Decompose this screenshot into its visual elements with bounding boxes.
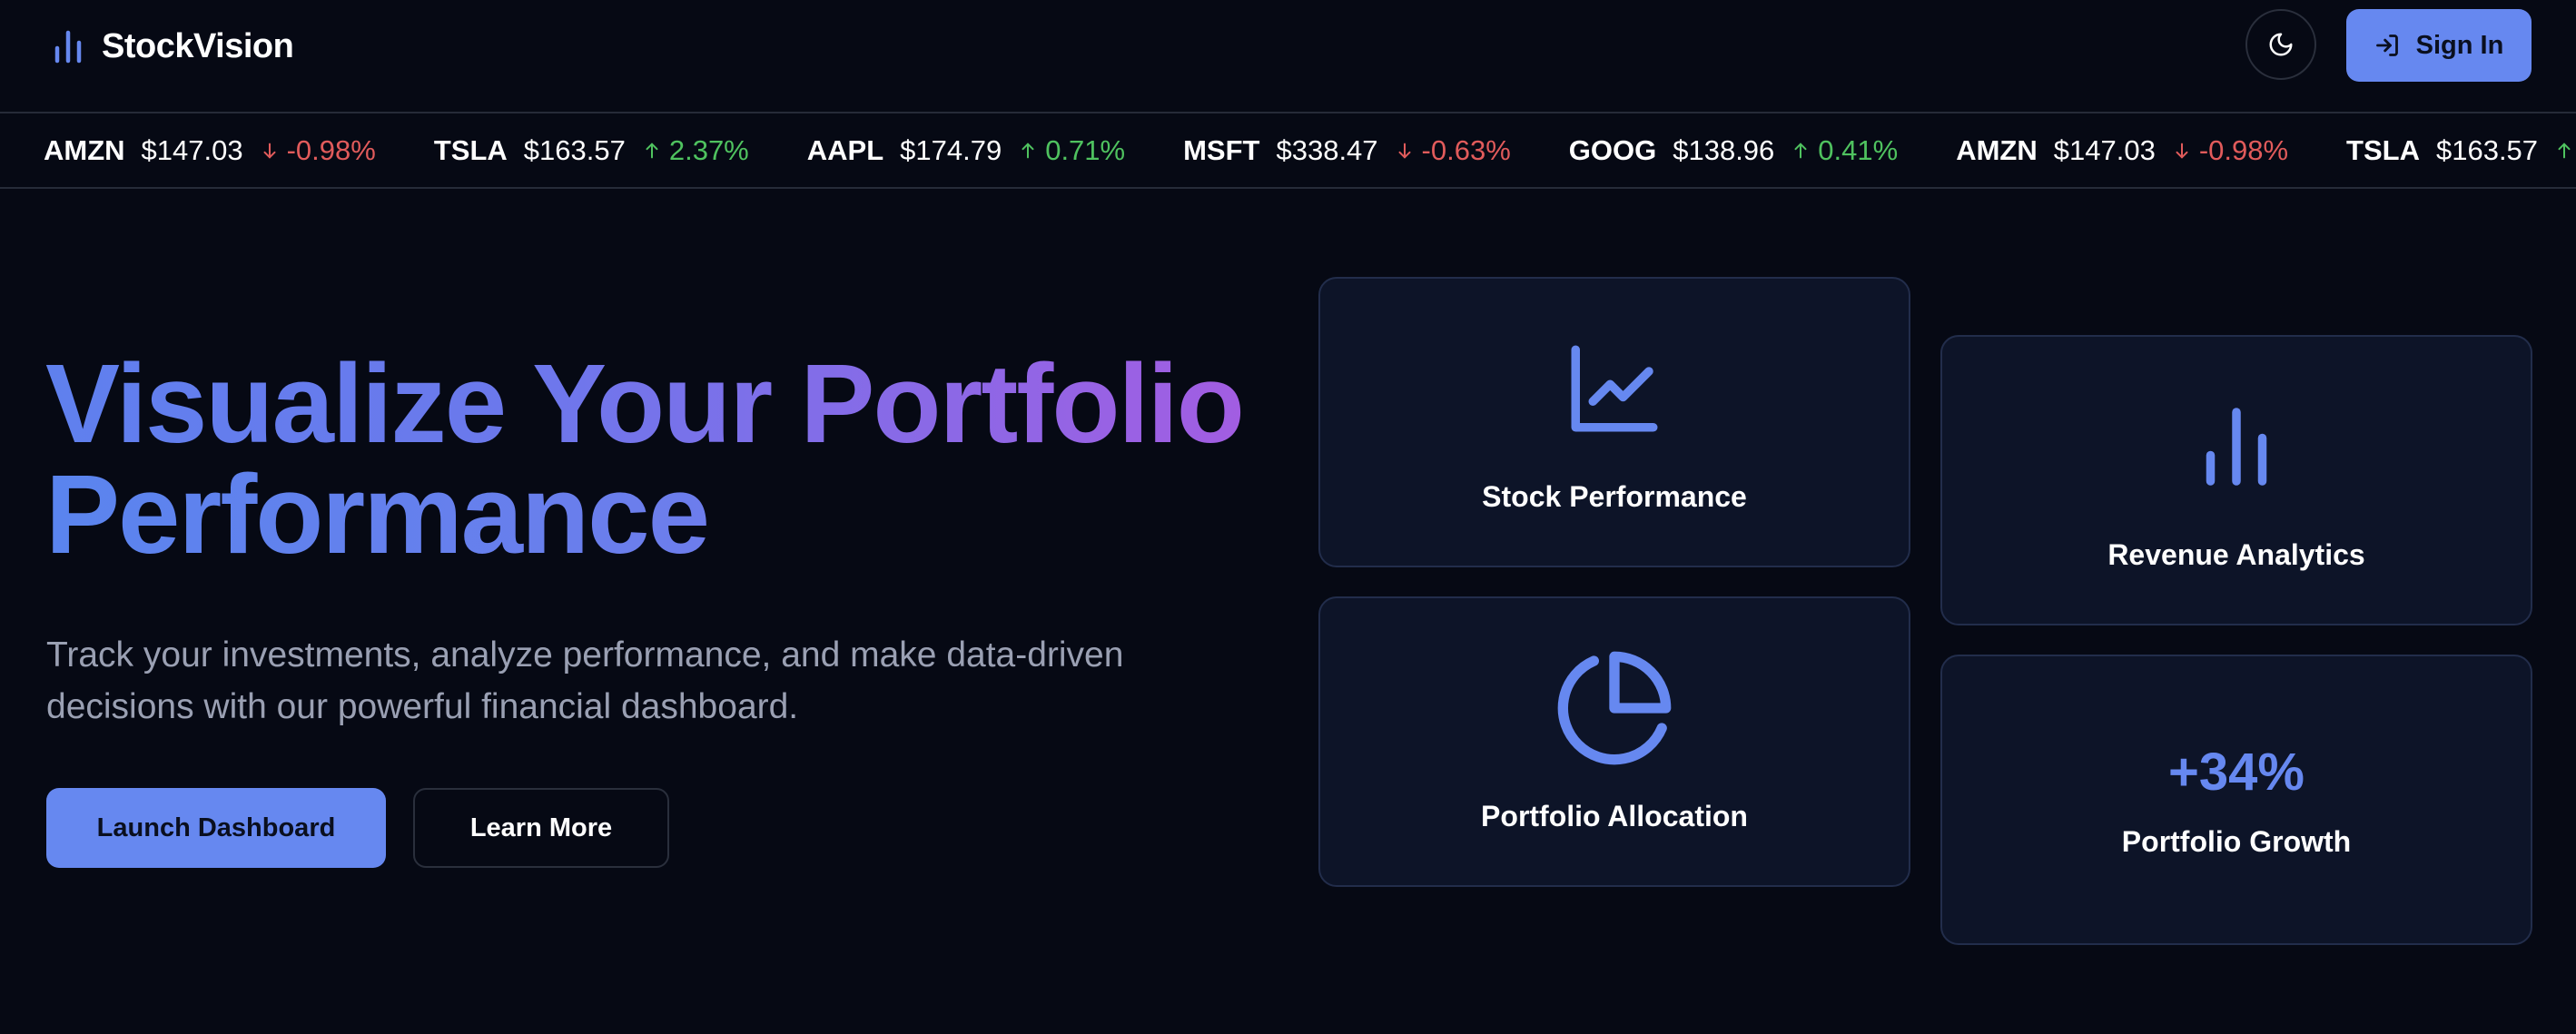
stock-performance-card[interactable]: Stock Performance	[1318, 277, 1910, 567]
ticker-change: -0.63%	[1421, 133, 1511, 166]
arrow-down-icon	[263, 143, 276, 158]
portfolio-allocation-card[interactable]: Portfolio Allocation	[1318, 596, 1910, 887]
arrow-down-icon	[1398, 143, 1411, 158]
portfolio-growth-label: Portfolio Growth	[2121, 825, 2352, 858]
hero-title-line-2: Performance	[45, 453, 710, 577]
ticker-item[interactable]: GOOG $138.96 0.41%	[1569, 134, 1898, 167]
portfolio-growth-stat: +34%	[2168, 743, 2305, 802]
ticker-item[interactable]: MSFT $338.47 -0.63%	[1183, 134, 1511, 167]
stock-performance-label: Stock Performance	[1482, 480, 1747, 513]
ticker-change: 0.41%	[1818, 133, 1899, 166]
portfolio-growth-card[interactable]: +34% Portfolio Growth	[1940, 655, 2532, 945]
learn-more-button[interactable]: Learn More	[413, 788, 669, 868]
theme-toggle-button[interactable]	[2245, 9, 2316, 80]
ticker-price: $338.47	[1276, 133, 1378, 166]
ticker-price: $147.03	[2053, 133, 2156, 166]
ticker-change: -0.98%	[2198, 133, 2289, 166]
ticker-change: 2.37%	[668, 133, 749, 166]
brand-name: StockVision	[102, 26, 294, 65]
launch-dashboard-button[interactable]: Launch Dashboard	[46, 788, 386, 868]
ticker-change: -0.98%	[286, 133, 376, 166]
hero-title: Visualize Your Portfolio Performance	[45, 349, 1245, 571]
ticker-symbol: TSLA	[2346, 133, 2420, 166]
top-navbar: StockVision Sign In	[0, 0, 2576, 113]
ticker-symbol: TSLA	[433, 133, 508, 166]
brand-logo[interactable]: StockVision	[53, 25, 294, 67]
revenue-analytics-card[interactable]: Revenue Analytics	[1940, 335, 2532, 625]
log-in-icon	[2375, 34, 2398, 56]
ticker-item[interactable]: AMZN $147.03 -0.98%	[44, 134, 376, 167]
pie-chart-icon	[1557, 651, 1672, 765]
line-chart-icon	[1571, 345, 1658, 432]
ticker-item[interactable]: AAPL $174.79 0.71%	[807, 134, 1125, 167]
ticker-price: $138.96	[1673, 133, 1775, 166]
ticker-symbol: AAPL	[806, 133, 884, 166]
revenue-analytics-label: Revenue Analytics	[2107, 538, 2365, 571]
bar-chart-icon	[2206, 408, 2267, 486]
ticker-price: $163.57	[523, 133, 626, 166]
arrow-up-icon	[646, 143, 658, 158]
ticker-price: $147.03	[141, 133, 243, 166]
ticker-symbol: MSFT	[1183, 133, 1260, 166]
hero-title-line-1: Visualize Your Portfolio	[45, 342, 1245, 467]
stock-ticker: AMZN $147.03 -0.98% TSLA $163.57 2.37% AAPL $17…	[0, 113, 2576, 189]
arrow-down-icon	[2176, 143, 2188, 158]
ticker-price: $163.57	[2435, 133, 2539, 166]
sign-in-label: Sign In	[2415, 30, 2504, 60]
hero-subtitle: Track your investments, analyze performa…	[46, 635, 1124, 726]
bar-chart-icon	[54, 30, 82, 64]
moon-icon	[2269, 33, 2293, 56]
ticker-item[interactable]: TSLA$163.572.37%	[2346, 134, 2576, 167]
ticker-price: $174.79	[900, 133, 1002, 166]
arrow-up-icon	[2558, 143, 2571, 158]
ticker-symbol: AMZN	[44, 133, 125, 166]
ticker-item[interactable]: TSLA $163.57 2.37%	[434, 134, 749, 167]
ticker-track: AMZN $147.03 -0.98% TSLA $163.57 2.37% AAPL $17…	[44, 113, 2576, 187]
ticker-symbol: AMZN	[1956, 133, 2038, 166]
arrow-up-icon	[1022, 143, 1034, 158]
ticker-item[interactable]: AMZN $147.03 -0.98%	[1956, 134, 2288, 167]
sign-in-button[interactable]: Sign In	[2346, 9, 2532, 82]
ticker-symbol: GOOG	[1568, 133, 1657, 166]
ticker-change: 0.71%	[1045, 133, 1126, 166]
portfolio-allocation-label: Portfolio Allocation	[1481, 800, 1748, 832]
arrow-up-icon	[1794, 143, 1807, 158]
